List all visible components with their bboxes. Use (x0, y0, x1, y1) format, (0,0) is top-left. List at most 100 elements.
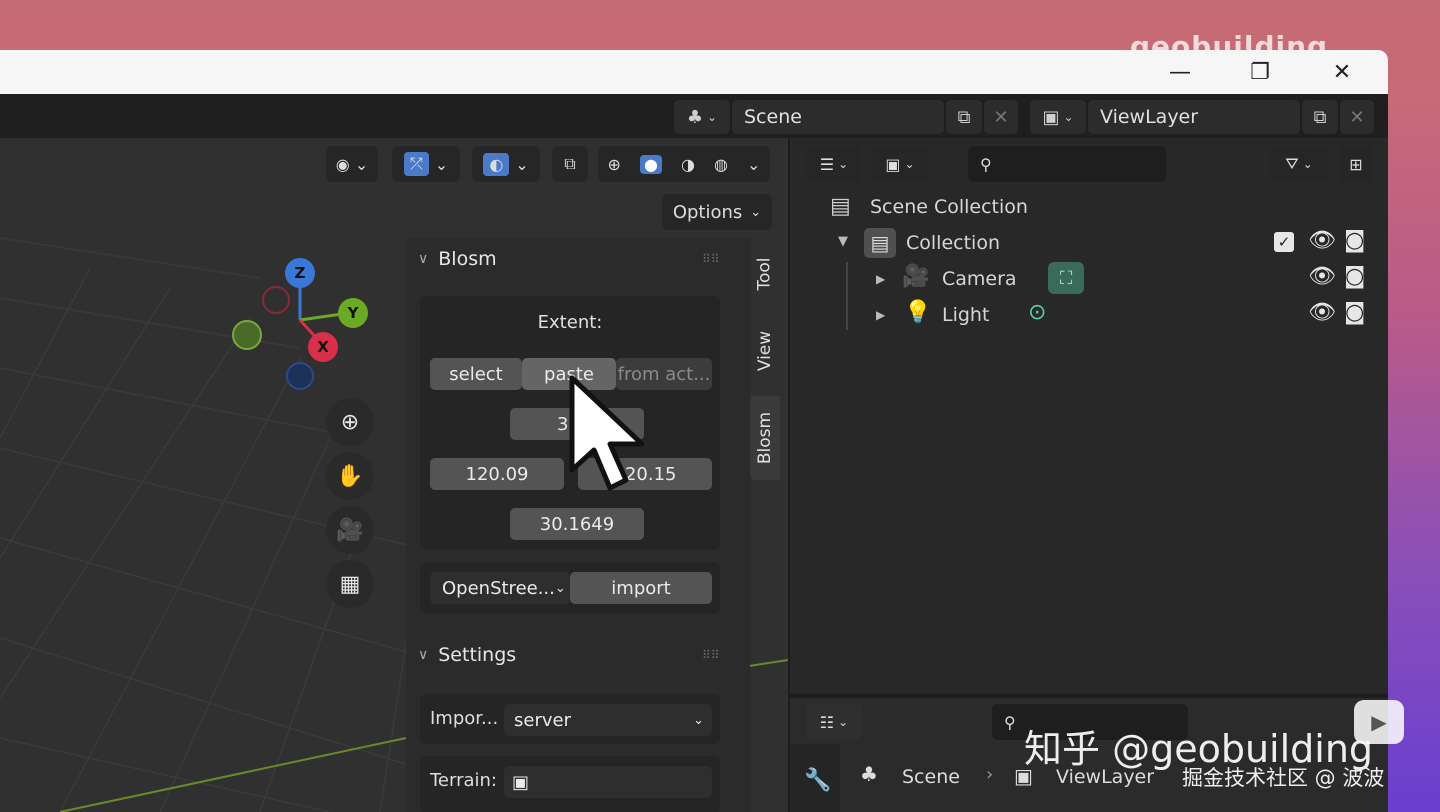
chevron-down-icon: ⌄ (515, 154, 529, 174)
expand-arrow-icon[interactable]: ▶ (876, 308, 885, 322)
terrain-field[interactable]: ▣ (504, 766, 712, 798)
import-mode-label: Impor... (430, 708, 499, 729)
axis-neg-z-handle[interactable] (286, 362, 314, 390)
tab-blosm[interactable]: Blosm (750, 396, 780, 480)
eye-icon[interactable]: 👁 (1308, 228, 1336, 253)
search-icon: ⚲ (1004, 712, 1016, 732)
chevron-down-icon: ⌄ (693, 712, 704, 728)
chevron-down-icon: ⌄ (904, 157, 915, 171)
copy-viewlayer-button[interactable]: ⧉ (1302, 100, 1338, 134)
chevron-down-icon: ⌄ (707, 110, 718, 124)
axis-y-label: Y (347, 304, 359, 322)
source-dropdown[interactable]: OpenStree... ⌄ (430, 572, 570, 604)
breadcrumb-scene[interactable]: Scene (902, 766, 960, 788)
eye-icon[interactable]: 👁 (1308, 264, 1336, 289)
chevron-down-icon: ⌄ (838, 157, 849, 171)
editor-type-dropdown[interactable]: ☷ ⌄ (806, 704, 862, 740)
filter-view-dropdown[interactable]: ▣ ⌄ (872, 146, 928, 182)
chevron-down-icon: ⌄ (1063, 110, 1074, 124)
camera-render-icon[interactable]: ◙ (1344, 264, 1365, 289)
visibility-dropdown[interactable]: ◉ ⌄ (326, 146, 378, 182)
outliner-search-input[interactable]: ⚲ (968, 146, 1166, 182)
projection-toggle-button[interactable]: ▦ (326, 560, 374, 608)
viewlayer-name-field[interactable]: ViewLayer (1088, 100, 1300, 134)
outliner-row-label: Light (942, 304, 990, 326)
window-titlebar: — ❐ ✕ (0, 50, 1388, 94)
scene-name-field[interactable]: Scene (732, 100, 944, 134)
chevron-down-icon: ∨ (418, 251, 429, 267)
camera-render-icon[interactable]: ◙ (1344, 300, 1365, 325)
axis-x-label: X (317, 338, 329, 356)
filter-dropdown[interactable]: ⛛ ⌄ (1270, 146, 1328, 182)
chevron-down-icon: ⌄ (838, 715, 849, 729)
expand-arrow-icon[interactable]: ▶ (876, 272, 885, 286)
gizmo-icon: ⤱ (403, 152, 429, 176)
gizmo-toggle[interactable]: ⤱ ⌄ (392, 146, 460, 182)
outliner-row-scene-collection[interactable]: Scene Collection (870, 196, 1028, 218)
axis-y-handle[interactable]: Y (338, 298, 368, 328)
axis-z-handle[interactable]: Z (285, 258, 315, 288)
material-shading-icon[interactable]: ◑ (681, 155, 695, 174)
minimize-button[interactable]: — (1150, 50, 1210, 94)
filter-icon: ⛛ (1285, 154, 1299, 173)
camera-data-icon[interactable]: ⛶ (1048, 262, 1084, 294)
tab-view[interactable]: View (750, 316, 780, 386)
close-button[interactable]: ✕ (1312, 50, 1372, 94)
wrench-icon[interactable]: 🔧 (804, 768, 831, 793)
camera-render-icon[interactable]: ◙ (1344, 228, 1365, 253)
outliner-row-camera[interactable]: Camera (942, 268, 1017, 290)
settings-panel-title: Settings (438, 644, 517, 666)
zoom-button[interactable]: ⊕ (326, 398, 374, 446)
camera-view-button[interactable]: 🎥 (326, 506, 374, 554)
drag-handle-icon[interactable]: ⠿⠿ (702, 252, 720, 266)
light-data-icon[interactable]: ⊙ (1028, 300, 1046, 325)
outliner-row-collection[interactable]: Collection (906, 232, 1000, 254)
extent-label: Extent: (537, 312, 603, 333)
display-mode-dropdown[interactable]: ☰ ⌄ (806, 146, 862, 182)
axis-x-handle[interactable]: X (308, 332, 338, 362)
drag-handle-icon[interactable]: ⠿⠿ (702, 648, 720, 662)
chevron-down-icon: ⌄ (1302, 157, 1313, 171)
axis-neg-x-handle[interactable] (262, 286, 290, 314)
expand-arrow-icon[interactable]: ▼ (838, 234, 848, 249)
tab-tool[interactable]: Tool (750, 242, 780, 306)
eye-icon[interactable]: 👁 (1308, 300, 1336, 325)
solid-shading-icon[interactable]: ● (639, 154, 662, 174)
delete-scene-button[interactable]: ✕ (984, 100, 1018, 134)
new-collection-button[interactable]: ⊞ (1338, 146, 1374, 182)
terrain-label: Terrain: (430, 770, 497, 791)
viewlayer-type-dropdown[interactable]: ▣ ⌄ (1030, 100, 1086, 134)
chevron-right-icon: › (986, 764, 994, 785)
options-dropdown[interactable]: Options ⌄ (662, 194, 772, 230)
camera-object-icon: 🎥 (902, 264, 930, 289)
chevron-down-icon: ⌄ (434, 154, 449, 174)
rendered-shading-icon[interactable]: ◍ (714, 155, 728, 174)
min-lat-field[interactable]: 30.1649 (510, 508, 644, 540)
copy-scene-button[interactable]: ⧉ (946, 100, 982, 134)
delete-viewlayer-button[interactable]: ✕ (1340, 100, 1374, 134)
pan-button[interactable]: ✋ (326, 452, 374, 500)
import-button[interactable]: import (570, 572, 712, 604)
light-object-icon: 💡 (904, 300, 932, 325)
outliner-row-light[interactable]: Light (942, 304, 989, 326)
chevron-down-icon: ⌄ (554, 580, 566, 596)
axis-neg-y-handle[interactable] (232, 320, 262, 350)
new-collection-icon: ⊞ (1349, 154, 1363, 174)
scene-icon: ♣ (686, 106, 704, 128)
scene-type-dropdown[interactable]: ♣ ⌄ (674, 100, 730, 134)
xray-toggle[interactable]: ⧉ (552, 146, 588, 182)
restore-button[interactable]: ❐ (1230, 50, 1290, 94)
chevron-down-icon[interactable]: ⌄ (747, 155, 760, 174)
exclude-checkbox[interactable]: ✓ (1274, 232, 1294, 252)
outliner-row-label: Scene Collection (870, 196, 1028, 218)
search-icon: ⚲ (980, 154, 992, 174)
wireframe-shading-icon[interactable]: ⊕ (608, 155, 621, 174)
import-mode-dropdown[interactable]: server ⌄ (504, 704, 712, 736)
settings-panel-header[interactable]: ∨ Settings (418, 644, 516, 666)
min-lon-field[interactable]: 120.09 (430, 458, 564, 490)
overlays-toggle[interactable]: ◐ ⌄ (472, 146, 540, 182)
select-button[interactable]: select (430, 358, 522, 390)
juejin-watermark: 掘金技术社区 @ 波波 (1182, 766, 1385, 790)
blosm-panel-header[interactable]: ∨ Blosm (418, 248, 497, 270)
source-dropdown-value: OpenStree... (442, 577, 555, 599)
